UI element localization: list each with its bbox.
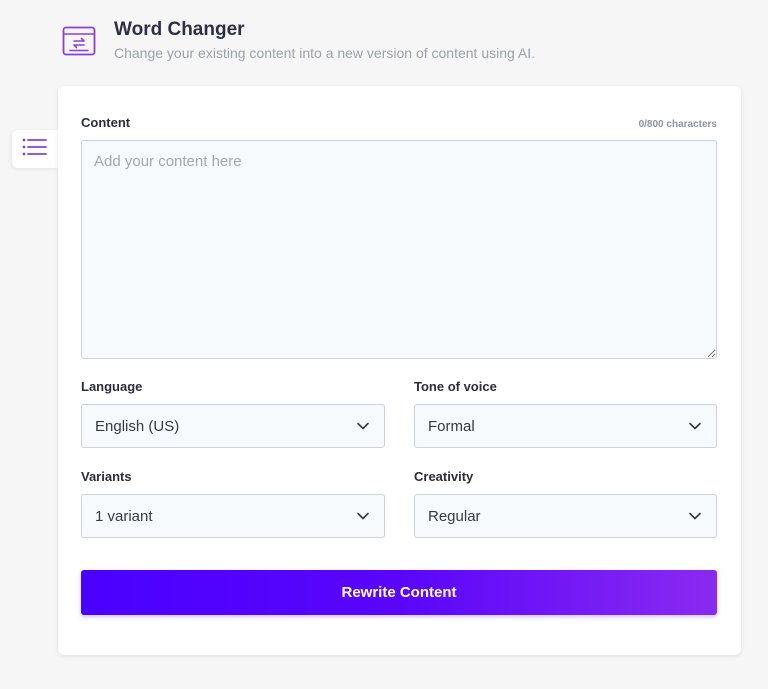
language-select[interactable]: English (US) — [81, 404, 385, 448]
variants-select[interactable]: 1 variant — [81, 494, 385, 538]
creativity-value: Regular — [428, 507, 481, 525]
tone-label: Tone of voice — [414, 379, 497, 394]
word-changer-form: Content 0/800 characters Language Englis… — [58, 86, 741, 655]
chevron-down-icon — [688, 509, 702, 523]
variants-label: Variants — [81, 469, 132, 484]
chevron-down-icon — [688, 419, 702, 433]
variants-value: 1 variant — [95, 507, 153, 525]
chevron-down-icon — [356, 509, 370, 523]
chevron-down-icon — [356, 419, 370, 433]
sidebar-toggle-button[interactable] — [12, 130, 58, 168]
language-value: English (US) — [95, 417, 180, 435]
text-replace-icon — [62, 24, 96, 58]
creativity-label: Creativity — [414, 469, 474, 484]
creativity-select[interactable]: Regular — [414, 494, 717, 538]
character-counter: 0/800 characters — [638, 119, 717, 130]
page-title: Word Changer — [114, 19, 245, 40]
tone-select[interactable]: Formal — [414, 404, 717, 448]
language-label: Language — [81, 379, 143, 394]
tone-value: Formal — [428, 417, 475, 435]
content-label: Content — [81, 115, 131, 130]
page-subtitle: Change your existing content into a new … — [114, 45, 536, 61]
content-textarea[interactable] — [81, 140, 717, 359]
page-header: Word Changer Change your existing conten… — [62, 18, 535, 61]
rewrite-content-button[interactable]: Rewrite Content — [81, 570, 717, 615]
list-icon — [22, 138, 48, 161]
